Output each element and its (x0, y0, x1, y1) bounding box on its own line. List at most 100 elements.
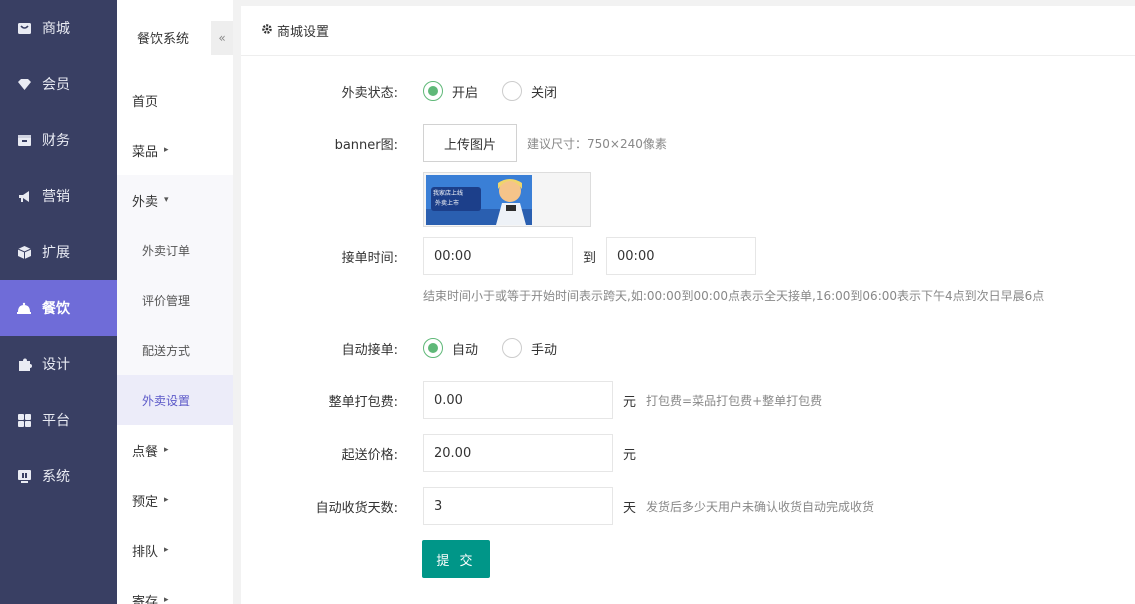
takeout-status-label: 外卖状态: (341, 85, 398, 101)
auto-accept-auto-radio[interactable]: 自动 (423, 338, 478, 358)
radio-circle (502, 338, 523, 358)
finance-icon (16, 132, 32, 148)
sidebar-item-takeout-orders[interactable]: 外卖订单 (117, 225, 233, 275)
submit-button[interactable]: 提 交 (422, 540, 490, 578)
dish-icon (16, 300, 32, 316)
min-price-label: 起送价格: (341, 447, 398, 463)
sidebar-item-catering[interactable]: 餐饮 (0, 280, 117, 336)
nav-label: 配送方式 (142, 343, 191, 358)
min-price-unit: 元 (623, 447, 637, 463)
box-icon (16, 244, 32, 260)
caret-right-icon: ▸ (164, 495, 169, 505)
sidebar-item-system[interactable]: 系统 (0, 448, 117, 504)
banner-thumbnail[interactable]: 我家店上线 外卖上市 (423, 172, 591, 227)
packing-fee-row: 整单打包费: 元 打包费=菜品打包费+整单打包费 (241, 381, 822, 419)
order-start-time-input[interactable] (423, 237, 573, 275)
auto-accept-label: 自动接单: (341, 342, 398, 358)
sidebar-item-dine-in[interactable]: 点餐 ▸ (117, 425, 233, 475)
banner-label: banner图: (334, 137, 398, 153)
sidebar-item-label: 财务 (42, 133, 70, 149)
sidebar-item-finance[interactable]: 财务 (0, 112, 117, 168)
caret-right-icon: ▸ (164, 445, 169, 455)
time-separator: 到 (583, 250, 597, 266)
takeout-status-off-radio[interactable]: 关闭 (502, 81, 557, 101)
sidebar-item-label: 餐饮 (42, 301, 70, 317)
takeout-status-row: 外卖状态: 开启 关闭 (241, 80, 581, 102)
auto-receive-row: 自动收货天数: 天 发货后多少天用户未确认收货自动完成收货 (241, 487, 874, 525)
nav-label: 评价管理 (142, 293, 191, 308)
sidebar-item-label: 会员 (42, 77, 70, 93)
sidebar-item-takeout[interactable]: 外卖 ▾ (117, 175, 233, 225)
sidebar-item-marketing[interactable]: 营销 (0, 168, 117, 224)
sidebar-item-platform[interactable]: 平台 (0, 392, 117, 448)
sidebar-item-dishes[interactable]: 菜品 ▸ (117, 125, 233, 175)
nav-label: 预定 (132, 494, 159, 510)
auto-accept-row: 自动接单: 自动 手动 (241, 337, 581, 359)
nav-label: 外卖设置 (142, 393, 191, 408)
caret-right-icon: ▸ (164, 145, 169, 155)
sidebar-item-home[interactable]: 首页 (117, 75, 233, 125)
primary-sidebar: 商城 会员 财务 营销 扩展 餐饮 设计 平台 系统 (0, 0, 117, 604)
radio-circle (502, 81, 523, 101)
sidebar-item-label: 系统 (42, 469, 70, 485)
radio-label: 自动 (452, 342, 479, 358)
panel-title: 商城设置 (277, 25, 330, 40)
radio-label: 手动 (531, 342, 558, 358)
monitor-icon (16, 468, 32, 484)
diamond-icon (16, 76, 32, 92)
packing-fee-unit: 元 (623, 394, 637, 410)
banner-thumb-text: 我家店上线 (433, 190, 464, 197)
auto-receive-days-input[interactable] (423, 487, 613, 525)
caret-right-icon: ▸ (164, 545, 169, 555)
sidebar-item-takeout-settings[interactable]: 外卖设置 (117, 375, 233, 425)
nav-label: 外卖 (132, 194, 159, 210)
sidebar-item-reviews[interactable]: 评价管理 (117, 275, 233, 325)
sidebar-item-label: 设计 (42, 357, 70, 373)
radio-circle (423, 338, 443, 358)
nav-label: 首页 (132, 94, 159, 110)
sidebar-item-extension[interactable]: 扩展 (0, 224, 117, 280)
order-end-time-input[interactable] (606, 237, 757, 275)
sidebar-item-label: 营销 (42, 189, 70, 205)
radio-circle (423, 81, 443, 101)
auto-accept-manual-radio[interactable]: 手动 (502, 338, 557, 358)
order-time-label: 接单时间: (341, 250, 398, 266)
megaphone-icon (16, 188, 32, 204)
sidebar-item-delivery[interactable]: 配送方式 (117, 325, 233, 375)
sidebar-item-reservation[interactable]: 预定 ▸ (117, 475, 233, 525)
sidebar-title: 餐饮系统 « (117, 0, 233, 75)
sidebar-title-text: 餐饮系统 (137, 32, 190, 47)
caret-down-icon: ▾ (164, 195, 169, 205)
nav-label: 菜品 (132, 144, 159, 160)
sidebar-item-design[interactable]: 设计 (0, 336, 117, 392)
nav-label: 外卖订单 (142, 243, 191, 258)
secondary-sidebar: 餐饮系统 « 首页 菜品 ▸ 外卖 ▾ 外卖订单 评价管理 配送方式 外卖设置 … (117, 0, 233, 604)
nav-label: 点餐 (132, 444, 159, 460)
panel-header: 商城设置 (241, 6, 1135, 56)
sidebar-item-label: 商城 (42, 21, 70, 37)
sidebar-item-label: 平台 (42, 413, 70, 429)
takeout-status-on-radio[interactable]: 开启 (423, 81, 478, 101)
auto-receive-hint: 发货后多少天用户未确认收货自动完成收货 (646, 499, 875, 514)
packing-fee-label: 整单打包费: (328, 394, 398, 410)
nav-label: 排队 (132, 544, 159, 560)
min-price-input[interactable] (423, 434, 613, 472)
sidebar-item-store[interactable]: 商城 (0, 0, 117, 56)
banner-thumb-text: 外卖上市 (435, 200, 460, 207)
sidebar-item-queue[interactable]: 排队 ▸ (117, 525, 233, 575)
collapse-button[interactable]: « (211, 21, 233, 55)
sidebar-item-label: 扩展 (42, 245, 70, 261)
packing-fee-hint: 打包费=菜品打包费+整单打包费 (646, 393, 823, 408)
auto-receive-unit: 天 (623, 500, 637, 516)
puzzle-icon (16, 356, 32, 372)
min-price-row: 起送价格: 元 (241, 434, 636, 472)
packing-fee-input[interactable] (423, 381, 613, 419)
radio-label: 开启 (452, 85, 479, 101)
banner-row: banner图: 上传图片 建议尺寸：750×240像素 (241, 124, 667, 162)
sidebar-item-storage[interactable]: 寄存 ▸ (117, 575, 233, 604)
sidebar-item-member[interactable]: 会员 (0, 56, 117, 112)
upload-image-button[interactable]: 上传图片 (423, 124, 517, 162)
order-time-row: 接单时间: 到 (241, 237, 757, 275)
banner-size-hint: 建议尺寸：750×240像素 (527, 136, 667, 151)
double-chevron-left-icon: « (218, 31, 226, 45)
